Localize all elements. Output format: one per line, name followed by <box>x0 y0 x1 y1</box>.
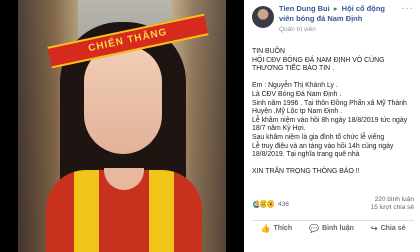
like-button[interactable]: 👍 Thích <box>260 224 292 233</box>
comment-icon: 💬 <box>309 224 320 233</box>
photo-face <box>84 46 162 154</box>
share-button[interactable]: ↪ Chia sẻ <box>371 224 406 233</box>
reaction-count[interactable]: 436 <box>278 201 289 208</box>
thumbs-up-icon: 👍 <box>260 224 271 233</box>
post-body: TIN BUỒN HỘI CĐV BÓNG ĐÁ NAM ĐỊNH VÔ CÙN… <box>252 48 414 177</box>
post-stats: 👍 😢 😮 436 220 bình luận 15 lượt chia sẻ <box>252 196 414 212</box>
post-line: Sau khâm niệm là gia đình tổ chức lễ viế… <box>252 133 385 141</box>
post-line: XIN TRÂN TRỌNG THÔNG BÁO !! <box>252 168 360 176</box>
share-icon: ↪ <box>370 224 378 233</box>
wow-reaction-icon: 😮 <box>266 199 275 209</box>
reaction-icons[interactable]: 👍 😢 😮 <box>252 199 275 209</box>
share-count[interactable]: 15 lượt chia sẻ <box>371 204 414 212</box>
like-label: Thích <box>273 225 293 232</box>
post-line: Sinh năm 1996 . Tại thôn Đồng Phấn xã Mỹ… <box>252 99 407 116</box>
post-line: Lễ khâm niệm vào hồi 8h ngày 18/8/2019 t… <box>252 116 408 133</box>
arrow-right-icon: ▸ <box>333 4 338 13</box>
post-line: Em : Nguyễn Thị Khánh Ly . <box>252 82 338 90</box>
post-line: Lễ truy điệu và an táng vào hồi 14h cùng… <box>252 142 394 159</box>
post-line: HỘI CĐV BÓNG ĐÁ NAM ĐỊNH VÔ CÙNG THƯƠNG … <box>252 56 385 73</box>
post-line: Là CĐV Bóng Đá Nam Định . <box>252 90 342 98</box>
author-avatar[interactable] <box>252 6 274 28</box>
share-label: Chia sẻ <box>380 225 406 232</box>
post-line: TIN BUỒN <box>252 48 285 55</box>
post-panel: Tien Dung Bui ▸ Hội cổ động viên bóng đá… <box>244 0 420 252</box>
photo-viewer[interactable]: CHIẾN THẮNG <box>0 0 244 252</box>
post-actions: 👍 Thích 💬 Bình luận ↪ Chia sẻ <box>252 224 414 233</box>
post-photo[interactable]: CHIẾN THẮNG <box>18 0 226 252</box>
engagement-counts: 220 bình luận 15 lượt chia sẻ <box>371 196 414 212</box>
post-header: Tien Dung Bui ▸ Hội cổ động viên bóng đá… <box>252 4 414 40</box>
author-role: Quản trị viên <box>279 26 316 33</box>
comment-label: Bình luận <box>322 225 354 232</box>
post-heading: Tien Dung Bui ▸ Hội cổ động viên bóng đá… <box>279 4 401 35</box>
actions-divider <box>252 220 414 221</box>
comment-button[interactable]: 💬 Bình luận <box>309 224 354 233</box>
author-name-link[interactable]: Tien Dung Bui <box>279 4 330 13</box>
more-options-icon[interactable]: ··· <box>401 4 414 14</box>
comment-count[interactable]: 220 bình luận <box>371 196 414 204</box>
